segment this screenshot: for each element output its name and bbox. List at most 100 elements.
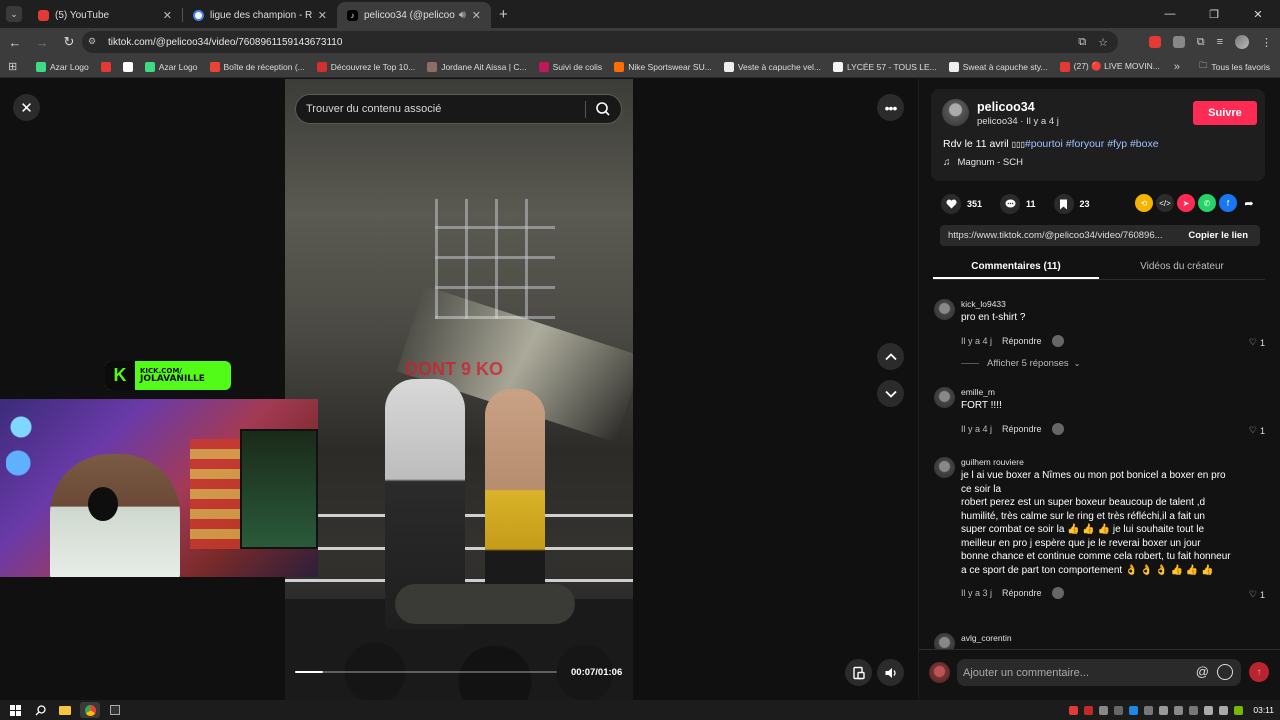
tray-app-icon[interactable] (1174, 705, 1184, 715)
volume-icon[interactable] (1204, 705, 1214, 715)
windows-start-icon[interactable] (5, 702, 25, 718)
more-bookmarks-icon[interactable]: » (1174, 61, 1180, 73)
bookmark-item[interactable] (122, 61, 137, 72)
mention-icon[interactable]: @ (1196, 664, 1209, 679)
close-player-button[interactable]: ✕ (13, 94, 40, 121)
app-icon[interactable] (105, 702, 125, 718)
nvidia-icon[interactable] (1234, 705, 1244, 715)
emoji-icon[interactable] (1217, 664, 1233, 680)
whatsapp-icon[interactable]: ✆ (1198, 194, 1216, 212)
author-avatar[interactable] (942, 99, 969, 126)
commenter-name[interactable]: avlg_corentin (961, 633, 1012, 643)
tab-creator-videos[interactable]: Vidéos du créateur (1099, 255, 1265, 279)
next-video-button[interactable] (877, 380, 904, 407)
send-comment-button[interactable]: ↑ (1249, 662, 1269, 682)
more-options-button[interactable]: ••• (877, 94, 904, 121)
music-link[interactable]: ♫ Magnum - SCH (943, 157, 1023, 168)
extensions-puzzle-icon[interactable]: ⧉ (1197, 36, 1205, 49)
comment-like-button[interactable]: ♡ 1 (1249, 589, 1265, 600)
minimize-icon[interactable]: — (1148, 0, 1192, 28)
bookmark-star-icon[interactable]: ☆ (1098, 36, 1108, 49)
comment-like-button[interactable]: ♡ 1 (1249, 337, 1265, 348)
bookmark-item[interactable]: LYCÉE 57 - TOUS LE... (832, 61, 937, 72)
tab-comments[interactable]: Commentaires (11) (933, 255, 1099, 279)
view-replies-button[interactable]: Afficher 5 réponses ⌄ (961, 358, 1080, 369)
comment-like-button[interactable]: ♡ 1 (1249, 425, 1265, 436)
bookmark-item[interactable]: Azar Logo (36, 61, 89, 72)
save-button[interactable]: 23 (1053, 194, 1090, 214)
extension-grey-icon[interactable] (1172, 36, 1185, 48)
forward-arrow-icon[interactable]: → (30, 30, 54, 54)
facebook-icon[interactable]: f (1219, 194, 1237, 212)
commenter-avatar[interactable] (934, 387, 955, 408)
reply-button[interactable]: Répondre (1002, 588, 1042, 598)
reply-button[interactable]: Répondre (1002, 424, 1042, 434)
bookmark-item[interactable] (100, 61, 115, 72)
tab-google-search[interactable]: ligue des champion - Recherche ✕ (183, 2, 337, 28)
video-progress-bar[interactable] (295, 671, 557, 673)
speaker-icon[interactable]: 🔊︎ (459, 9, 466, 22)
comment-button[interactable]: 11 (1000, 194, 1036, 214)
bookmark-item[interactable]: Suivi de colis (538, 61, 602, 72)
commenter-avatar[interactable] (934, 299, 955, 320)
tray-app-icon[interactable] (1144, 705, 1154, 715)
video-link[interactable]: https://www.tiktok.com/@pelicoo34/video/… (940, 230, 1176, 241)
taskbar-clock[interactable]: 03:11 (1253, 705, 1274, 715)
bookmark-item[interactable]: Jordane Ait Aissa | C... (427, 61, 527, 72)
embed-code-icon[interactable]: </> (1156, 194, 1174, 212)
close-tab-icon[interactable]: ✕ (472, 9, 481, 22)
comment-input[interactable]: Ajouter un commentaire... @ (957, 659, 1241, 686)
commenter-avatar[interactable] (934, 457, 955, 478)
video-frame[interactable]: DONT 9 KO (285, 79, 633, 700)
share-arrow-icon[interactable]: ➦ (1240, 194, 1258, 212)
repost-icon[interactable]: ⟲ (1135, 194, 1153, 212)
close-tab-icon[interactable]: ✕ (163, 9, 172, 22)
search-icon[interactable] (595, 101, 611, 117)
bookmark-item[interactable]: Boîte de réception (... (209, 61, 305, 72)
reply-button[interactable]: Répondre (1002, 336, 1042, 346)
tray-app-icon[interactable] (1084, 705, 1094, 715)
bookmark-item[interactable]: Veste à capuche vel... (723, 61, 821, 72)
bookmark-item[interactable]: Sweat à capuche sty... (948, 61, 1048, 72)
profile-avatar[interactable] (1235, 35, 1249, 49)
volume-button[interactable] (877, 659, 904, 686)
new-tab-button[interactable]: + (499, 6, 508, 23)
bluetooth-icon[interactable] (1129, 705, 1139, 715)
tab-search-button[interactable]: ⌄ (6, 6, 22, 22)
tray-app-icon[interactable] (1159, 705, 1169, 715)
browser-menu-icon[interactable]: ⋮ (1261, 36, 1272, 49)
commenter-name[interactable]: emille_m (961, 387, 995, 397)
tray-app-icon[interactable] (1099, 705, 1109, 715)
network-icon[interactable] (1219, 705, 1229, 715)
bookmark-item[interactable]: (27) 🔴 LIVE MOVIN... (1059, 61, 1160, 72)
caption-hashtags[interactable]: #pourtoi #foryour #fyp #boxe (1025, 138, 1159, 150)
extension-red-icon[interactable] (1148, 36, 1161, 48)
tray-app-icon[interactable] (1189, 705, 1199, 715)
bookmark-item[interactable]: Nike Sportswear SU... (614, 61, 712, 72)
apps-grid-icon[interactable]: ⊞ (8, 60, 20, 73)
commenter-avatar[interactable] (934, 633, 955, 649)
tray-app-icon[interactable] (1114, 705, 1124, 715)
close-window-icon[interactable]: ✕ (1236, 0, 1280, 28)
back-arrow-icon[interactable]: ← (3, 30, 27, 54)
url-text[interactable]: tiktok.com/@pelicoo34/video/760896115914… (108, 37, 1066, 48)
reload-icon[interactable]: ↻ (57, 30, 81, 54)
all-bookmarks-button[interactable]: 🗀 Tous les favoris (1199, 60, 1270, 74)
search-icon[interactable] (30, 702, 50, 718)
my-avatar[interactable] (929, 662, 950, 683)
floating-player-button[interactable] (845, 659, 872, 686)
close-tab-icon[interactable]: ✕ (318, 9, 327, 22)
related-search-input[interactable]: Trouver du contenu associé (295, 94, 622, 124)
follow-button[interactable]: Suivre (1193, 101, 1257, 125)
previous-video-button[interactable] (877, 343, 904, 370)
send-to-friends-icon[interactable]: ➤ (1177, 194, 1195, 212)
mic-icon[interactable] (1069, 705, 1079, 715)
bookmark-item[interactable]: Azar Logo (144, 61, 198, 72)
file-explorer-icon[interactable] (55, 702, 75, 718)
commenter-name[interactable]: kick_lo9433 (961, 299, 1006, 309)
install-app-icon[interactable]: ⧉ (1078, 36, 1086, 49)
chrome-icon[interactable] (80, 702, 100, 718)
media-control-icon[interactable]: ≡ (1217, 36, 1223, 48)
restore-icon[interactable]: ❐ (1192, 0, 1236, 28)
commenter-name[interactable]: guilhem rouviere (961, 457, 1024, 467)
